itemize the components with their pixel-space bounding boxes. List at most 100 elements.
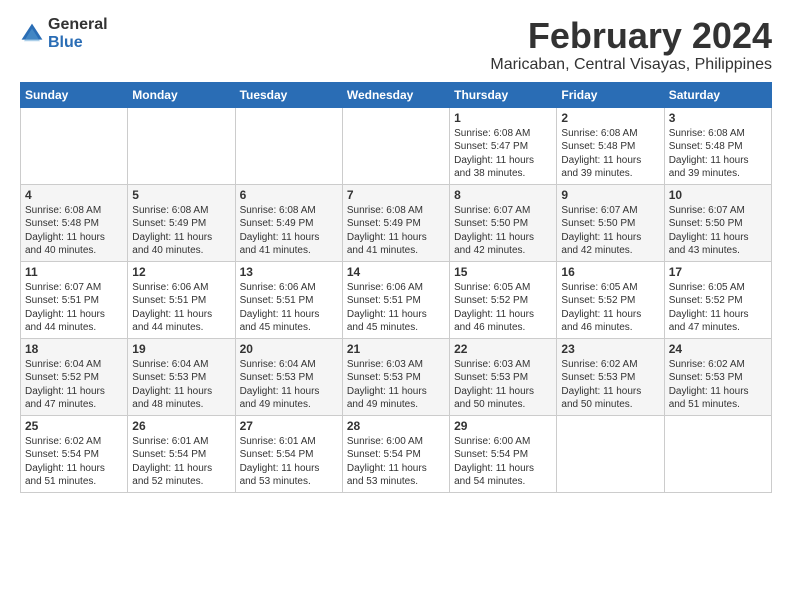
cell-daylight-info: Sunrise: 6:07 AM Sunset: 5:50 PM Dayligh… (454, 204, 552, 258)
calendar-cell: 3Sunrise: 6:08 AM Sunset: 5:48 PM Daylig… (664, 107, 771, 184)
cell-daylight-info: Sunrise: 6:08 AM Sunset: 5:49 PM Dayligh… (132, 204, 230, 258)
calendar-cell: 26Sunrise: 6:01 AM Sunset: 5:54 PM Dayli… (128, 415, 235, 492)
cell-date-number: 25 (25, 419, 123, 433)
cell-date-number: 15 (454, 265, 552, 279)
cell-date-number: 3 (669, 111, 767, 125)
cell-date-number: 28 (347, 419, 445, 433)
calendar-cell: 23 Sunrise: 6:02 AM Sunset: 5:53 PM Dayli… (557, 338, 664, 415)
calendar-cell: 19 Sunrise: 6:04 AM Sunset: 5:53 PM Dayli… (128, 338, 235, 415)
cell-daylight-info: Sunrise: 6:06 AM Sunset: 5:51 PM Dayligh… (347, 281, 445, 335)
cell-date-number: 23 (561, 342, 659, 356)
calendar-table: SundayMondayTuesdayWednesdayThursdayFrid… (20, 82, 772, 493)
cell-daylight-info: Sunrise: 6:08 AM Sunset: 5:49 PM Dayligh… (240, 204, 338, 258)
logo: General Blue (20, 16, 108, 52)
cell-date-number: 22 (454, 342, 552, 356)
calendar-cell: 28 Sunrise: 6:00 AM Sunset: 5:54 PM Dayli… (342, 415, 449, 492)
cell-date-number: 14 (347, 265, 445, 279)
calendar-cell: 27Sunrise: 6:01 AM Sunset: 5:54 PM Dayli… (235, 415, 342, 492)
cell-date-number: 1 (454, 111, 552, 125)
calendar-day-header: Monday (128, 82, 235, 107)
cell-date-number: 12 (132, 265, 230, 279)
cell-date-number: 21 (347, 342, 445, 356)
main-title: February 2024 (490, 16, 772, 56)
calendar-day-header: Thursday (450, 82, 557, 107)
calendar-cell: 22 Sunrise: 6:03 AM Sunset: 5:53 PM Dayli… (450, 338, 557, 415)
cell-date-number: 19 (132, 342, 230, 356)
calendar-week-row: 11 Sunrise: 6:07 AM Sunset: 5:51 PM Dayli… (21, 261, 772, 338)
cell-daylight-info: Sunrise: 6:08 AM Sunset: 5:49 PM Dayligh… (347, 204, 445, 258)
cell-date-number: 27 (240, 419, 338, 433)
cell-daylight-info: Sunrise: 6:06 AM Sunset: 5:51 PM Dayligh… (132, 281, 230, 335)
cell-daylight-info: Sunrise: 6:04 AM Sunset: 5:53 PM Dayligh… (240, 358, 338, 412)
subtitle: Maricaban, Central Visayas, Philippines (490, 56, 772, 74)
cell-date-number: 8 (454, 188, 552, 202)
calendar-cell: 5 Sunrise: 6:08 AM Sunset: 5:49 PM Daylig… (128, 184, 235, 261)
calendar-week-row: 18 Sunrise: 6:04 AM Sunset: 5:52 PM Dayli… (21, 338, 772, 415)
cell-date-number: 18 (25, 342, 123, 356)
cell-daylight-info: Sunrise: 6:08 AM Sunset: 5:48 PM Dayligh… (561, 127, 659, 181)
calendar-cell: 24Sunrise: 6:02 AM Sunset: 5:53 PM Dayli… (664, 338, 771, 415)
calendar-cell (128, 107, 235, 184)
cell-daylight-info: Sunrise: 6:04 AM Sunset: 5:52 PM Dayligh… (25, 358, 123, 412)
cell-daylight-info: Sunrise: 6:06 AM Sunset: 5:51 PM Dayligh… (240, 281, 338, 335)
cell-daylight-info: Sunrise: 6:08 AM Sunset: 5:47 PM Dayligh… (454, 127, 552, 181)
cell-daylight-info: Sunrise: 6:02 AM Sunset: 5:53 PM Dayligh… (561, 358, 659, 412)
calendar-cell (235, 107, 342, 184)
cell-date-number: 16 (561, 265, 659, 279)
cell-daylight-info: Sunrise: 6:02 AM Sunset: 5:54 PM Dayligh… (25, 435, 123, 489)
calendar-week-row: 25 Sunrise: 6:02 AM Sunset: 5:54 PM Dayli… (21, 415, 772, 492)
cell-daylight-info: Sunrise: 6:08 AM Sunset: 5:48 PM Dayligh… (25, 204, 123, 258)
calendar-cell: 8 Sunrise: 6:07 AM Sunset: 5:50 PM Daylig… (450, 184, 557, 261)
cell-daylight-info: Sunrise: 6:07 AM Sunset: 5:51 PM Dayligh… (25, 281, 123, 335)
cell-date-number: 13 (240, 265, 338, 279)
calendar-cell: 21 Sunrise: 6:03 AM Sunset: 5:53 PM Dayli… (342, 338, 449, 415)
calendar-cell: 14 Sunrise: 6:06 AM Sunset: 5:51 PM Dayli… (342, 261, 449, 338)
cell-date-number: 6 (240, 188, 338, 202)
calendar-cell: 18 Sunrise: 6:04 AM Sunset: 5:52 PM Dayli… (21, 338, 128, 415)
logo-general: General (48, 16, 108, 33)
cell-date-number: 4 (25, 188, 123, 202)
cell-date-number: 7 (347, 188, 445, 202)
logo-text: General Blue (48, 16, 108, 52)
calendar-cell: 20Sunrise: 6:04 AM Sunset: 5:53 PM Dayli… (235, 338, 342, 415)
calendar-cell (342, 107, 449, 184)
cell-date-number: 5 (132, 188, 230, 202)
cell-daylight-info: Sunrise: 6:05 AM Sunset: 5:52 PM Dayligh… (561, 281, 659, 335)
calendar-day-header: Sunday (21, 82, 128, 107)
calendar-cell (557, 415, 664, 492)
cell-daylight-info: Sunrise: 6:00 AM Sunset: 5:54 PM Dayligh… (347, 435, 445, 489)
cell-date-number: 2 (561, 111, 659, 125)
calendar-week-row: 4 Sunrise: 6:08 AM Sunset: 5:48 PM Daylig… (21, 184, 772, 261)
cell-daylight-info: Sunrise: 6:02 AM Sunset: 5:53 PM Dayligh… (669, 358, 767, 412)
cell-daylight-info: Sunrise: 6:01 AM Sunset: 5:54 PM Dayligh… (132, 435, 230, 489)
logo-icon (20, 22, 44, 46)
calendar-cell: 4 Sunrise: 6:08 AM Sunset: 5:48 PM Daylig… (21, 184, 128, 261)
calendar-cell: 9Sunrise: 6:07 AM Sunset: 5:50 PM Daylig… (557, 184, 664, 261)
calendar-cell: 6 Sunrise: 6:08 AM Sunset: 5:49 PM Daylig… (235, 184, 342, 261)
calendar-header-row: SundayMondayTuesdayWednesdayThursdayFrid… (21, 82, 772, 107)
calendar-cell: 16 Sunrise: 6:05 AM Sunset: 5:52 PM Dayli… (557, 261, 664, 338)
cell-daylight-info: Sunrise: 6:05 AM Sunset: 5:52 PM Dayligh… (669, 281, 767, 335)
calendar-cell: 2 Sunrise: 6:08 AM Sunset: 5:48 PM Daylig… (557, 107, 664, 184)
cell-date-number: 10 (669, 188, 767, 202)
title-area: February 2024 Maricaban, Central Visayas… (490, 16, 772, 74)
cell-date-number: 9 (561, 188, 659, 202)
cell-date-number: 29 (454, 419, 552, 433)
cell-daylight-info: Sunrise: 6:05 AM Sunset: 5:52 PM Dayligh… (454, 281, 552, 335)
cell-daylight-info: Sunrise: 6:07 AM Sunset: 5:50 PM Dayligh… (669, 204, 767, 258)
calendar-cell: 1 Sunrise: 6:08 AM Sunset: 5:47 PM Daylig… (450, 107, 557, 184)
cell-date-number: 11 (25, 265, 123, 279)
cell-daylight-info: Sunrise: 6:04 AM Sunset: 5:53 PM Dayligh… (132, 358, 230, 412)
calendar-cell: 11 Sunrise: 6:07 AM Sunset: 5:51 PM Dayli… (21, 261, 128, 338)
cell-date-number: 17 (669, 265, 767, 279)
calendar-cell: 12 Sunrise: 6:06 AM Sunset: 5:51 PM Dayli… (128, 261, 235, 338)
calendar-day-header: Wednesday (342, 82, 449, 107)
calendar-cell: 29Sunrise: 6:00 AM Sunset: 5:54 PM Dayli… (450, 415, 557, 492)
cell-daylight-info: Sunrise: 6:03 AM Sunset: 5:53 PM Dayligh… (347, 358, 445, 412)
calendar-cell (664, 415, 771, 492)
calendar-cell: 25 Sunrise: 6:02 AM Sunset: 5:54 PM Dayli… (21, 415, 128, 492)
cell-daylight-info: Sunrise: 6:03 AM Sunset: 5:53 PM Dayligh… (454, 358, 552, 412)
calendar-day-header: Friday (557, 82, 664, 107)
calendar-cell (21, 107, 128, 184)
calendar-day-header: Saturday (664, 82, 771, 107)
